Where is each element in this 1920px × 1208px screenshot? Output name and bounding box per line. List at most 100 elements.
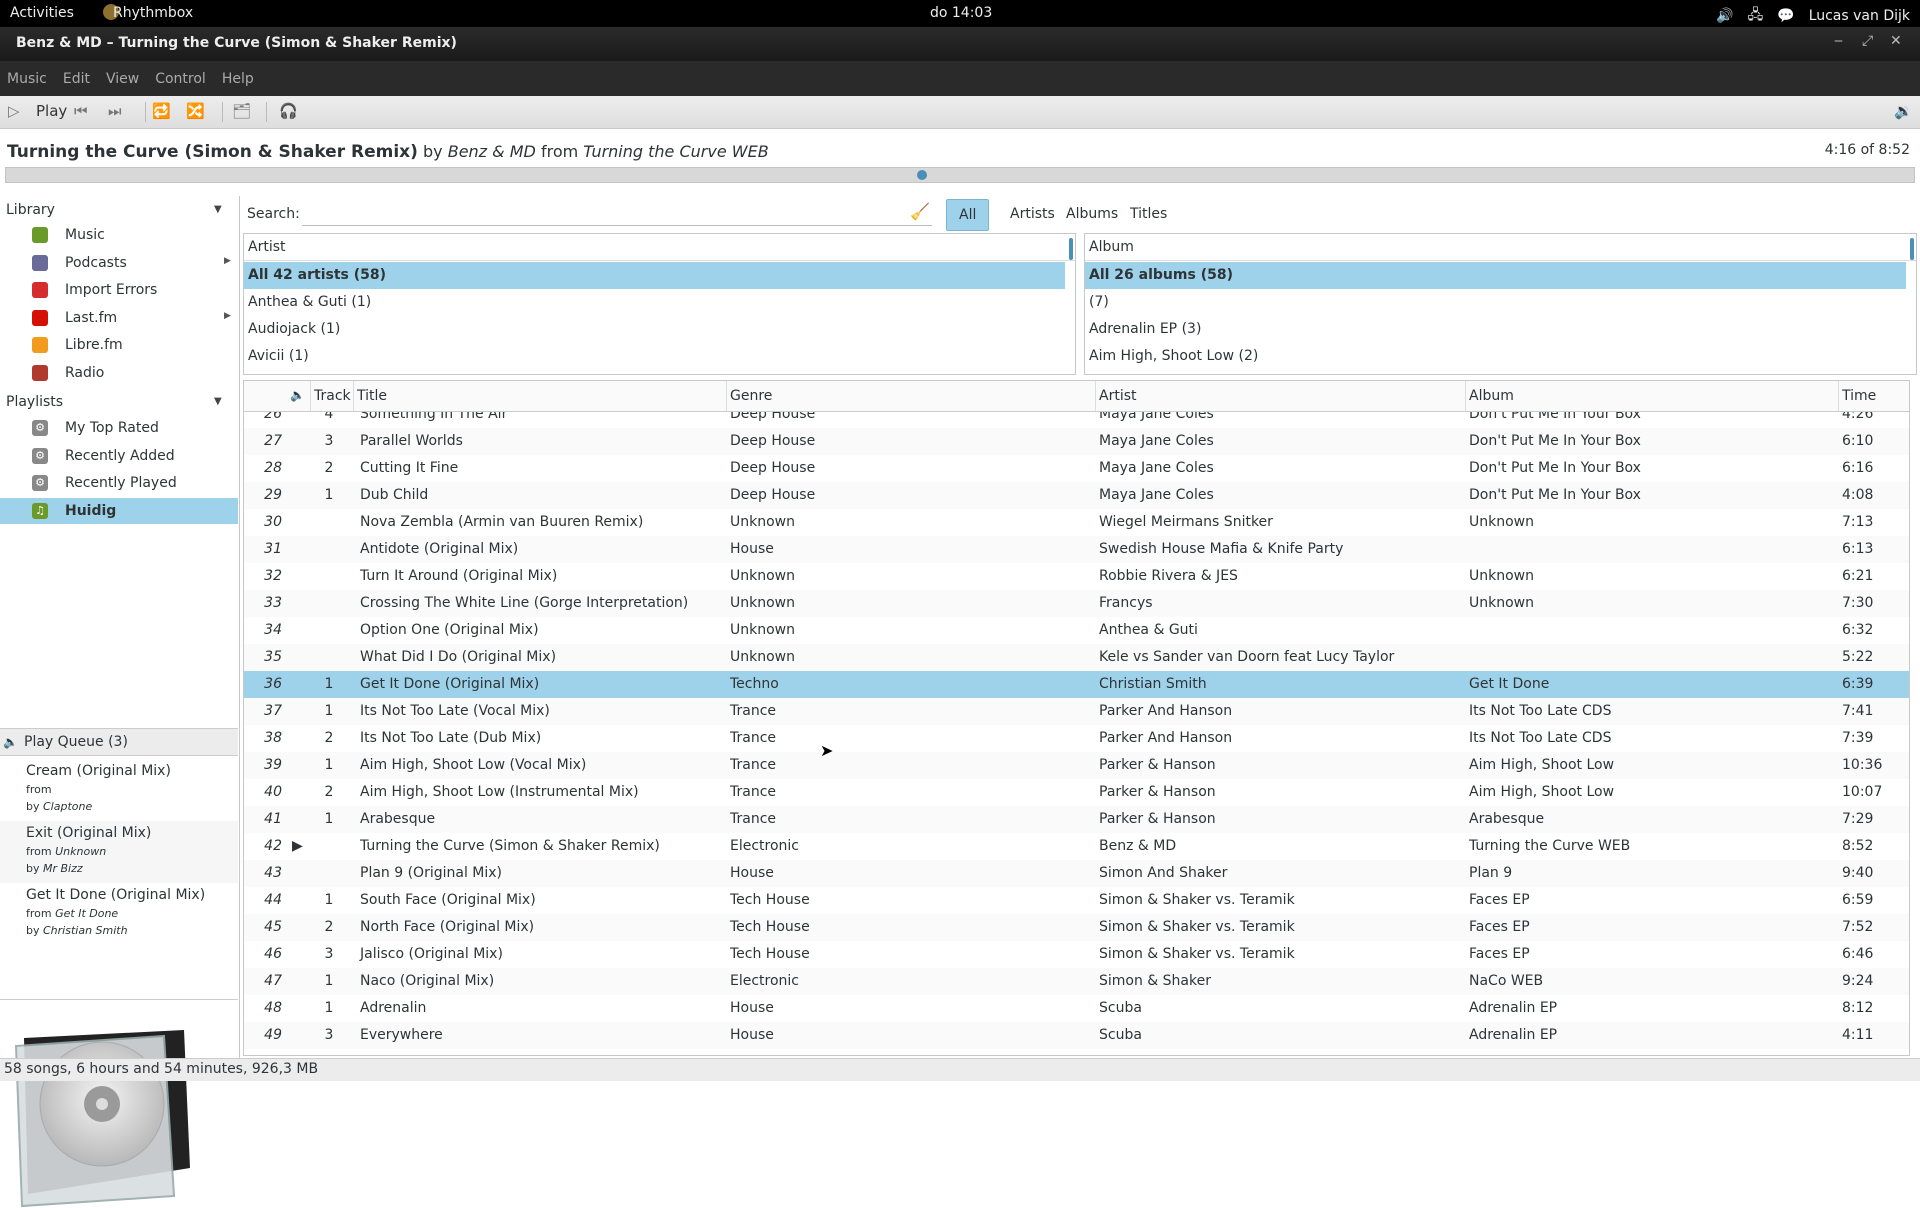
track-row[interactable]: 34 Option One (Original Mix) Unknown Anthea…: [244, 617, 1909, 644]
artist-browser-row[interactable]: Avicii (1): [244, 343, 1065, 370]
menu-view[interactable]: View: [106, 71, 139, 87]
play-queue-item[interactable]: Get It Done (Original Mix) from Get It Do…: [0, 883, 238, 945]
maximize-icon[interactable]: ⤢: [1862, 33, 1873, 49]
artist-column-header[interactable]: Artist: [244, 234, 1075, 261]
track-row[interactable]: 37 1 Its Not Too Late (Vocal Mix) Trance Par…: [244, 698, 1909, 725]
track-row[interactable]: 42 ▶ Turning the Curve (Simon & Shaker Rem…: [244, 833, 1909, 860]
play-button[interactable]: Play: [36, 102, 67, 120]
menu-music[interactable]: Music: [7, 71, 47, 87]
library-header[interactable]: Library: [6, 202, 55, 218]
filter-all-button[interactable]: All: [946, 199, 990, 231]
user-menu[interactable]: Lucas van Dijk: [1809, 8, 1910, 24]
chevron-down-icon[interactable]: ▼: [214, 204, 222, 215]
sidebar-item-music[interactable]: Music: [0, 222, 238, 248]
track-row[interactable]: 38 2 Its Not Too Late (Dub Mix) Trance Parke…: [244, 725, 1909, 752]
previous-icon[interactable]: ⏮: [74, 102, 88, 120]
network-icon[interactable]: 🖧: [1748, 4, 1764, 28]
track-row[interactable]: 40 2 Aim High, Shoot Low (Instrumental Mix…: [244, 779, 1909, 806]
title-column-header[interactable]: Title: [357, 388, 387, 404]
menu-help[interactable]: Help: [222, 71, 254, 87]
playlists-header[interactable]: Playlists: [6, 394, 63, 410]
track-row[interactable]: 45 2 North Face (Original Mix) Tech House Si…: [244, 914, 1909, 941]
track-row-number: 34: [264, 622, 282, 638]
track-row[interactable]: 46 3 Jalisco (Original Mix) Tech House Simon…: [244, 941, 1909, 968]
chevron-right-icon[interactable]: ▶: [224, 256, 231, 266]
app-menu-button[interactable]: Rhythmbox: [113, 5, 193, 21]
track-row[interactable]: 28 2 Cutting It Fine Deep House Maya Jane Co…: [244, 455, 1909, 482]
play-queue-item[interactable]: Exit (Original Mix) from Unknown by Mr Biz…: [0, 821, 238, 883]
clear-search-icon[interactable]: 🧹: [910, 202, 930, 221]
sidebar-item-libre-fm[interactable]: Libre.fm: [0, 332, 238, 358]
sidebar-item-recently-added[interactable]: ⚙ Recently Added: [0, 443, 238, 469]
seek-handle[interactable]: [916, 170, 927, 180]
album-column-header[interactable]: Album: [1085, 234, 1916, 261]
track-row[interactable]: 27 3 Parallel Worlds Deep House Maya Jane Co…: [244, 428, 1909, 455]
sidebar-item-import-errors[interactable]: Import Errors: [0, 277, 238, 303]
sidebar-item-huidig[interactable]: ♫ Huidig: [0, 497, 238, 524]
track-title: Plan 9 (Original Mix): [360, 865, 503, 881]
track-row[interactable]: 43 Plan 9 (Original Mix) House Simon And Sh…: [244, 860, 1909, 887]
sidebar-item-podcasts[interactable]: Podcasts ▶: [0, 250, 238, 276]
genre-column-header[interactable]: Genre: [730, 388, 772, 404]
menu-control[interactable]: Control: [155, 71, 206, 87]
play-queue-header[interactable]: 🔈 Play Queue (3): [0, 729, 238, 756]
album-browser-row-label: (7): [1089, 294, 1109, 310]
play-queue-item[interactable]: Cream (Original Mix) from by Claptone: [0, 759, 238, 821]
track-row[interactable]: 29 1 Dub Child Deep House Maya Jane Coles Don…: [244, 482, 1909, 509]
track-row[interactable]: 30 Nova Zembla (Armin van Buuren Remix) Un…: [244, 509, 1909, 536]
album-browser-row[interactable]: Aim High, Shoot Low (2): [1085, 343, 1906, 370]
playing-column-icon[interactable]: 🔈: [290, 388, 305, 402]
album-column-header[interactable]: Album: [1469, 388, 1514, 404]
artist-browser-row[interactable]: Audiojack (1): [244, 316, 1065, 343]
shuffle-icon[interactable]: 🔀: [186, 102, 205, 120]
album-browser-row[interactable]: Adrenalin EP (3): [1085, 316, 1906, 343]
sidebar-item-recently-played[interactable]: ⚙ Recently Played: [0, 470, 238, 496]
filter-albums-button[interactable]: Albums: [1060, 199, 1124, 229]
repeat-icon[interactable]: 🔁: [152, 102, 171, 120]
now-playing-header: Turning the Curve (Simon & Shaker Remix)…: [7, 142, 769, 162]
track-row[interactable]: 31 Antidote (Original Mix) House Swedish Ho…: [244, 536, 1909, 563]
track-row[interactable]: 44 1 South Face (Original Mix) Tech House Si…: [244, 887, 1909, 914]
track-row[interactable]: 39 1 Aim High, Shoot Low (Vocal Mix) Trance…: [244, 752, 1909, 779]
menu-edit[interactable]: Edit: [63, 71, 90, 87]
chevron-right-icon[interactable]: ▶: [224, 311, 231, 321]
artist-browser-scrollbar[interactable]: [1069, 238, 1073, 260]
activities-button[interactable]: Activities: [10, 5, 74, 21]
track-row[interactable]: 32 Turn It Around (Original Mix) Unknown Ro…: [244, 563, 1909, 590]
lastfm-love-icon[interactable]: 🎧: [279, 102, 298, 120]
sidebar-toggle-icon[interactable]: 🗂: [232, 102, 251, 120]
album-browser: Album All 26 albums (58) (7) Adrenalin EP…: [1084, 233, 1917, 375]
chevron-down-icon[interactable]: ▼: [214, 396, 222, 407]
sidebar-item-my-top-rated[interactable]: ⚙ My Top Rated: [0, 415, 238, 441]
sidebar-item-last-fm[interactable]: Last.fm ▶: [0, 305, 238, 331]
minimize-icon[interactable]: ‒: [1834, 33, 1843, 49]
volume-icon[interactable]: 🔊: [1716, 8, 1733, 24]
filter-artists-button[interactable]: Artists: [1004, 199, 1061, 229]
track-column-header[interactable]: Track: [314, 388, 351, 404]
album-browser-row[interactable]: (7): [1085, 289, 1906, 316]
next-icon[interactable]: ⏭: [108, 102, 122, 120]
volume-button-icon[interactable]: 🔉: [1894, 102, 1913, 120]
track-row[interactable]: 49 3 Everywhere House Scuba Adrenalin EP 4:11: [244, 1022, 1909, 1049]
search-input[interactable]: [302, 200, 932, 226]
sidebar-item-radio[interactable]: Radio: [0, 360, 238, 386]
track-row[interactable]: 35 What Did I Do (Original Mix) Unknown Kel…: [244, 644, 1909, 671]
artist-browser-row[interactable]: All 42 artists (58): [244, 262, 1065, 289]
seek-bar[interactable]: [5, 167, 1915, 183]
time-column-header[interactable]: Time: [1842, 388, 1876, 404]
filter-titles-button[interactable]: Titles: [1124, 199, 1173, 229]
track-row[interactable]: 41 1 Arabesque Trance Parker & Hanson Arabesq…: [244, 806, 1909, 833]
chat-icon[interactable]: 💬: [1777, 8, 1794, 24]
track-row[interactable]: 33 Crossing The White Line (Gorge Interpr…: [244, 590, 1909, 617]
artist-browser-row[interactable]: Anthea & Guti (1): [244, 289, 1065, 316]
track-row[interactable]: 47 1 Naco (Original Mix) Electronic Simon & …: [244, 968, 1909, 995]
album-browser-scrollbar[interactable]: [1910, 238, 1914, 260]
track-row[interactable]: 36 1 Get It Done (Original Mix) Techno Chris…: [244, 671, 1909, 698]
artist-column-header[interactable]: Artist: [1099, 388, 1137, 404]
play-icon[interactable]: ▷: [8, 102, 20, 120]
clock[interactable]: do 14:03: [930, 5, 992, 21]
track-genre: Techno: [730, 676, 779, 692]
close-icon[interactable]: ✕: [1890, 33, 1902, 49]
album-browser-row[interactable]: All 26 albums (58): [1085, 262, 1906, 289]
track-row[interactable]: 48 1 Adrenalin House Scuba Adrenalin EP 8:12: [244, 995, 1909, 1022]
